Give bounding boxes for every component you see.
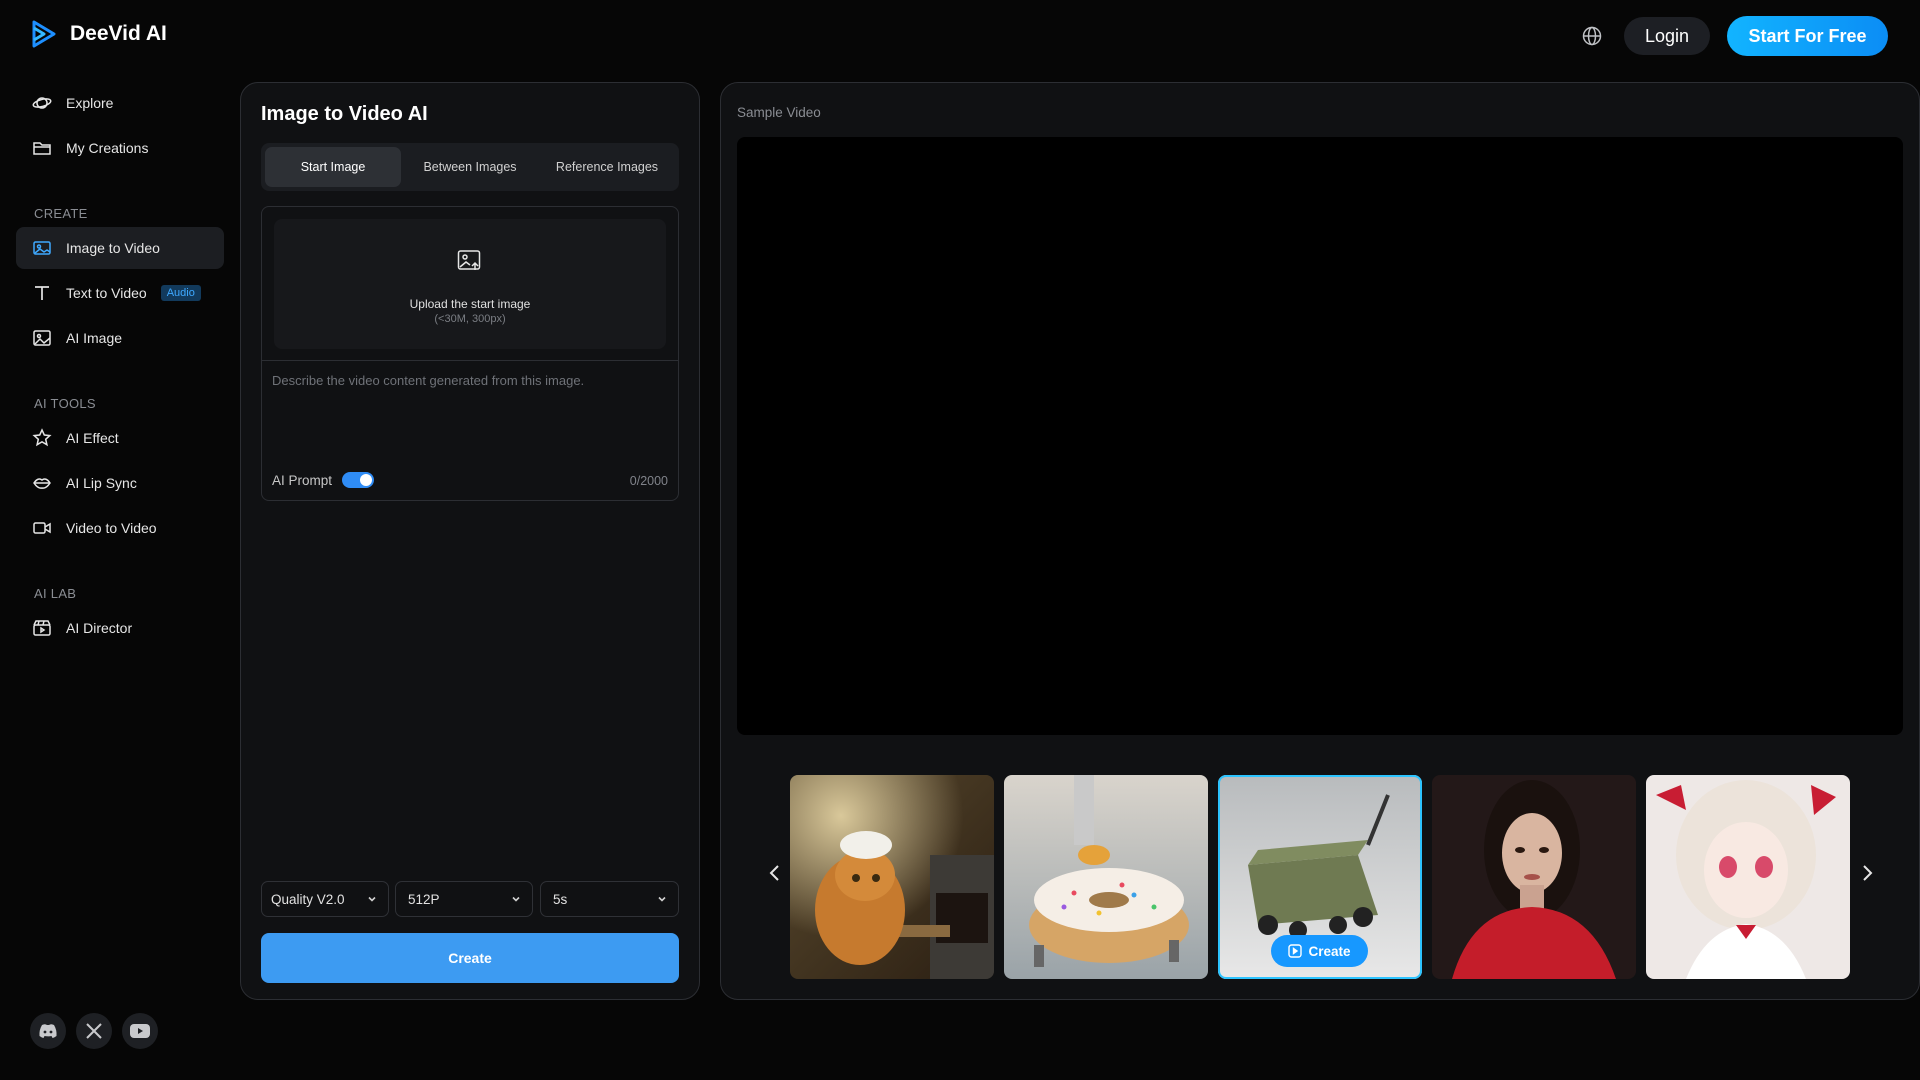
play-square-icon (1288, 944, 1303, 958)
text-icon (32, 283, 52, 303)
sample-thumbnail[interactable] (1646, 775, 1850, 979)
mode-tabs: Start Image Between Images Reference Ima… (261, 143, 679, 191)
header: DeeVid AI Login Start For Free (0, 0, 1920, 72)
video-camera-icon (32, 518, 52, 538)
upload-limits: (<30M, 300px) (434, 313, 506, 325)
chevron-right-icon[interactable] (1857, 863, 1877, 883)
audio-badge: Audio (160, 285, 201, 301)
duration-select[interactable]: 5s (540, 881, 679, 917)
discord-icon[interactable] (30, 1013, 66, 1049)
x-icon[interactable] (76, 1013, 112, 1049)
sample-thumbnail-selected[interactable]: Create (1218, 775, 1422, 979)
sidebar-item-label: Image to Video (66, 240, 160, 256)
folder-icon (32, 138, 52, 158)
sidebar: Explore My Creations CREATE Image to Vid… (0, 72, 240, 1080)
planet-icon (32, 93, 52, 113)
quality-value: Quality V2.0 (271, 891, 345, 907)
sample-video-label: Sample Video (737, 105, 821, 120)
create-button[interactable]: Create (261, 933, 679, 983)
upload-dropzone[interactable]: Upload the start image (<30M, 300px) (274, 219, 666, 349)
ai-prompt-toggle[interactable] (342, 472, 375, 488)
thumbnail-create-button[interactable]: Create (1271, 935, 1368, 967)
image-icon (32, 238, 52, 258)
ai-image-icon (32, 328, 52, 348)
sample-thumbnail[interactable] (1432, 775, 1636, 979)
chevron-left-icon[interactable] (765, 863, 785, 883)
divider (262, 360, 678, 361)
sidebar-item-label: Text to Video (66, 285, 147, 301)
tab-between-images[interactable]: Between Images (402, 147, 538, 187)
sidebar-item-label: My Creations (66, 140, 149, 156)
logo[interactable]: DeeVid AI (30, 20, 167, 48)
brand-name: DeeVid AI (70, 22, 167, 45)
sidebar-item-ai-lip-sync[interactable]: AI Lip Sync (16, 462, 224, 504)
panel-title: Image to Video AI (261, 103, 428, 125)
sidebar-item-label: AI Director (66, 620, 133, 636)
start-for-free-button[interactable]: Start For Free (1727, 16, 1888, 56)
resolution-select[interactable]: 512P (395, 881, 533, 917)
sidebar-item-explore[interactable]: Explore (16, 82, 224, 124)
image-to-video-panel: Image to Video AI Start Image Between Im… (240, 82, 700, 1000)
section-label-create: CREATE (34, 206, 88, 221)
sample-video-panel: Sample Video Create (720, 82, 1920, 1000)
chevron-down-icon (656, 893, 668, 905)
sparkle-star-icon (32, 428, 52, 448)
sample-thumbnail[interactable] (1004, 775, 1208, 979)
sidebar-item-label: AI Image (66, 330, 123, 346)
youtube-icon[interactable] (122, 1013, 158, 1049)
section-label-ai-lab: AI LAB (34, 586, 77, 601)
deevid-logo-icon (30, 20, 58, 48)
video-player[interactable] (737, 137, 1903, 735)
section-label-ai-tools: AI TOOLS (34, 396, 96, 411)
char-counter: 0/2000 (629, 474, 668, 488)
chevron-down-icon (366, 893, 378, 905)
sidebar-item-video-to-video[interactable]: Video to Video (16, 507, 224, 549)
upload-text: Upload the start image (409, 297, 531, 311)
lips-icon (32, 473, 52, 493)
tab-reference-images[interactable]: Reference Images (539, 147, 675, 187)
sidebar-item-label: Explore (66, 95, 114, 111)
ai-prompt-row: AI Prompt (272, 472, 375, 488)
ai-prompt-label: AI Prompt (272, 472, 333, 488)
sidebar-item-ai-image[interactable]: AI Image (16, 317, 224, 359)
input-editor: Upload the start image (<30M, 300px) Des… (261, 206, 679, 501)
prompt-input[interactable]: Describe the video content generated fro… (272, 373, 584, 388)
sidebar-item-label: Video to Video (66, 520, 157, 536)
thumbnail-create-label: Create (1308, 943, 1351, 959)
image-upload-icon (457, 249, 483, 273)
sidebar-item-image-to-video[interactable]: Image to Video (16, 227, 224, 269)
duration-value: 5s (553, 891, 568, 907)
sidebar-item-label: AI Lip Sync (66, 475, 137, 491)
chevron-down-icon (510, 893, 522, 905)
sidebar-item-text-to-video[interactable]: Text to Video Audio (16, 272, 224, 314)
clapperboard-icon (32, 618, 52, 638)
sidebar-item-my-creations[interactable]: My Creations (16, 127, 224, 169)
resolution-value: 512P (408, 891, 440, 907)
tab-start-image[interactable]: Start Image (265, 147, 401, 187)
login-button[interactable]: Login (1624, 17, 1710, 55)
sidebar-item-ai-director[interactable]: AI Director (16, 607, 224, 649)
quality-select[interactable]: Quality V2.0 (261, 881, 389, 917)
sample-thumbnail[interactable] (790, 775, 994, 979)
globe-icon[interactable] (1581, 25, 1603, 47)
sidebar-item-label: AI Effect (66, 430, 119, 446)
sidebar-item-ai-effect[interactable]: AI Effect (16, 417, 224, 459)
